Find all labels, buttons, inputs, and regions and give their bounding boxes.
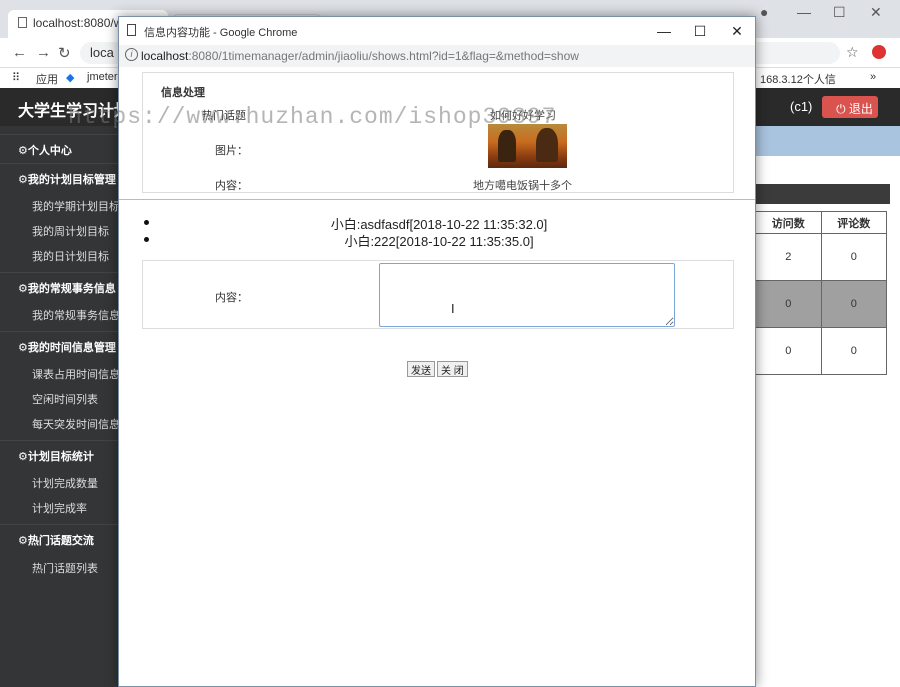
sidebar: ⚙个人中心 ⚙我的计划目标管理 我的学期计划目标 我的周计划目标 我的日计划目标… bbox=[0, 126, 118, 687]
power-icon: ⏻ bbox=[836, 102, 846, 116]
sidebar-group-affairs[interactable]: ⚙我的常规事务信息 bbox=[0, 272, 118, 300]
list-item: 小白:asdfasdf[2018-10-22 11:35:32.0] bbox=[144, 214, 734, 232]
popup-title: 信息内容功能 - Google Chrome bbox=[144, 27, 298, 39]
apps-grid-icon[interactable]: ⠿ bbox=[12, 71, 20, 84]
sidebar-item-free-time[interactable]: 空闲时间列表 bbox=[0, 386, 118, 410]
bookmark-apps[interactable]: 应用 bbox=[36, 71, 58, 87]
page-icon bbox=[18, 17, 27, 28]
column-header-comments: 评论数 bbox=[820, 211, 887, 234]
list-item: 小白:222[2018-10-22 11:35:35.0] bbox=[144, 231, 734, 249]
topic-table: 访问数 评论数 2 0 0 0 0 0 bbox=[755, 211, 887, 375]
sidebar-group-plan[interactable]: ⚙我的计划目标管理 bbox=[0, 163, 118, 191]
popup-address-bar[interactable]: i localhost:8080/1timemanager/admin/jiao… bbox=[119, 45, 755, 67]
logout-button[interactable]: ⏻ 退出 bbox=[822, 96, 878, 118]
sidebar-item-week-plan[interactable]: 我的周计划目标 bbox=[0, 218, 118, 242]
reply-label: 内容： bbox=[215, 292, 248, 304]
close-icon[interactable]: ✕ bbox=[722, 21, 752, 41]
sidebar-item-course-time[interactable]: 课表占用时间信息 bbox=[0, 361, 118, 385]
profile-icon[interactable]: ● bbox=[760, 4, 768, 20]
current-user: (c1) bbox=[790, 99, 813, 114]
table-row[interactable]: 2 0 bbox=[755, 233, 887, 281]
text-cursor-icon: I bbox=[451, 301, 455, 316]
content-breadcrumb-bar bbox=[755, 126, 900, 156]
topic-label: 热门话题 bbox=[202, 110, 246, 122]
topic-value: 如何好好学习 bbox=[490, 110, 556, 122]
back-icon[interactable]: ← bbox=[12, 44, 27, 61]
sidebar-item-sudden-time[interactable]: 每天突发时间信息 bbox=[0, 411, 118, 435]
sidebar-item-completion-rate[interactable]: 计划完成率 bbox=[0, 495, 118, 519]
sidebar-group-stats[interactable]: ⚙计划目标统计 bbox=[0, 440, 118, 468]
more-bookmarks-icon[interactable]: » bbox=[870, 71, 876, 83]
table-row[interactable]: 0 0 bbox=[755, 280, 887, 328]
sidebar-item-completed-count[interactable]: 计划完成数量 bbox=[0, 470, 118, 494]
maximize-icon[interactable]: ☐ bbox=[685, 21, 715, 41]
column-header-visits: 访问数 bbox=[755, 211, 822, 234]
sidebar-item-topic-list[interactable]: 热门话题列表 bbox=[0, 555, 118, 579]
reply-panel: 内容： bbox=[142, 260, 734, 329]
extension-icon[interactable] bbox=[872, 45, 886, 59]
sidebar-item-affairs[interactable]: 我的常规事务信息 bbox=[0, 302, 118, 326]
close-button[interactable]: 关 闭 bbox=[437, 361, 468, 377]
info-panel: 信息处理 热门话题 如何好好学习 图片： 内容： 地方噶电饭锅十多个 bbox=[142, 72, 734, 193]
table-cell: 0 bbox=[755, 327, 822, 375]
table-cell: 0 bbox=[820, 327, 887, 375]
page-icon bbox=[127, 24, 136, 36]
bookmark-jmeter[interactable]: jmeter bbox=[87, 71, 118, 83]
comment-list: 小白:asdfasdf[2018-10-22 11:35:32.0] 小白:22… bbox=[144, 214, 734, 249]
popup-window: 信息内容功能 - Google Chrome — ☐ ✕ i localhost… bbox=[118, 16, 756, 687]
section-title: 信息处理 bbox=[161, 87, 205, 99]
send-button[interactable]: 发送 bbox=[407, 361, 435, 377]
divider bbox=[119, 199, 755, 200]
url-text: loca bbox=[90, 45, 114, 60]
table-cell: 0 bbox=[820, 280, 887, 328]
shield-icon: ◆ bbox=[66, 72, 75, 84]
table-row[interactable]: 0 0 bbox=[755, 327, 887, 375]
table-cell: 0 bbox=[820, 233, 887, 281]
star-icon[interactable]: ☆ bbox=[846, 44, 859, 61]
image-label: 图片： bbox=[215, 145, 248, 157]
minimize-icon[interactable]: — bbox=[797, 4, 811, 20]
sidebar-group-profile[interactable]: ⚙个人中心 bbox=[0, 134, 118, 162]
sidebar-item-semester-plan[interactable]: 我的学期计划目标 bbox=[0, 193, 118, 217]
topic-image bbox=[488, 124, 567, 168]
info-icon[interactable]: i bbox=[125, 48, 138, 61]
maximize-icon[interactable]: ☐ bbox=[833, 4, 846, 21]
sidebar-item-day-plan[interactable]: 我的日计划目标 bbox=[0, 243, 118, 267]
content-value: 地方噶电饭锅十多个 bbox=[473, 180, 572, 192]
minimize-icon[interactable]: — bbox=[649, 21, 679, 41]
table-title-bar bbox=[755, 184, 890, 204]
forward-icon[interactable]: → bbox=[36, 44, 51, 61]
close-icon[interactable]: ✕ bbox=[870, 4, 882, 21]
table-cell: 0 bbox=[755, 280, 822, 328]
popup-titlebar: 信息内容功能 - Google Chrome — ☐ ✕ bbox=[119, 17, 755, 45]
sidebar-group-time[interactable]: ⚙我的时间信息管理 bbox=[0, 331, 118, 359]
logout-label: 退出 bbox=[848, 102, 873, 116]
tab-title: localhost:8080/w bbox=[33, 16, 123, 30]
popup-url-text: localhost:8080/1timemanager/admin/jiaoli… bbox=[141, 49, 579, 63]
sidebar-group-topics[interactable]: ⚙热门话题交流 bbox=[0, 524, 118, 552]
reply-textarea[interactable] bbox=[379, 263, 675, 327]
table-cell: 2 bbox=[755, 233, 822, 281]
bookmark-right[interactable]: 168.3.12个人信 bbox=[760, 71, 836, 87]
content-label: 内容： bbox=[215, 180, 248, 192]
reload-icon[interactable]: ↻ bbox=[58, 44, 71, 62]
